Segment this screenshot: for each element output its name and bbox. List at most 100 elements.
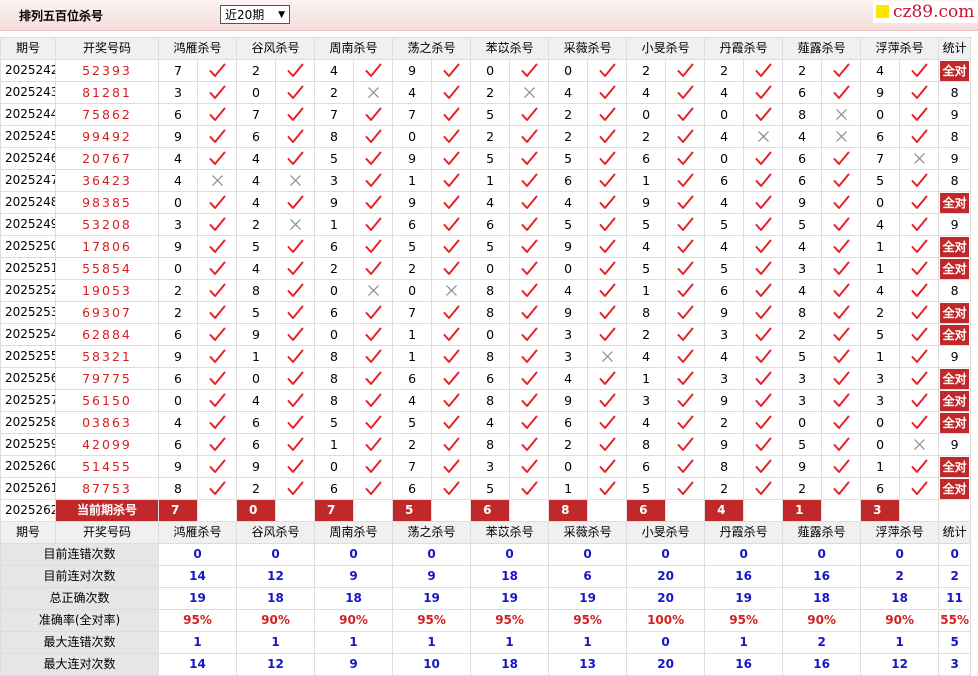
cross-icon [367,87,379,98]
kill-number: 0 [470,323,511,346]
summary-value: 0 [157,543,238,566]
hit-mark [509,103,550,126]
kill-number: 1 [392,345,433,368]
check-icon [599,481,616,495]
kill-number: 3 [158,213,198,236]
summary-stat: 3 [938,653,972,676]
kill-number: 4 [548,279,589,302]
hit-mark [665,147,706,170]
table-row: 2025255 58321 9 1 8 1 8 3 4 4 5 1 9 [0,345,972,368]
kill-number: 3 [782,257,823,280]
hit-mark [275,323,316,346]
miss-mark [587,345,628,368]
kill-number: 9 [392,147,433,170]
check-icon [365,107,382,121]
check-icon [911,239,928,253]
hit-mark [196,257,238,280]
hit-mark [587,301,628,324]
summary-value: 19 [157,587,238,610]
table-row: 2025248 98385 0 4 9 9 4 4 9 4 9 0 全对 [0,191,972,214]
all-correct-badge: 全对 [940,479,970,499]
kill-number: 3 [626,389,667,412]
kill-number: 2 [158,279,198,302]
hit-mark [665,389,706,412]
chevron-down-icon: ▼ [278,10,285,20]
period-select[interactable]: 近20期 ▼ [220,5,290,24]
draw-code: 03863 [55,411,159,434]
check-icon [209,349,225,363]
hit-mark [353,235,394,258]
hit-mark [587,477,628,500]
hit-mark [899,257,940,280]
kill-number: 2 [314,81,355,104]
summary-value: 2 [860,565,940,588]
kill-number: 5 [782,213,823,236]
kill-number: 8 [314,345,355,368]
hit-mark [431,81,472,104]
kill-number: 2 [158,301,198,324]
miss-mark [899,433,940,456]
hit-mark [587,455,628,478]
hit-mark [275,455,316,478]
kill-number: 5 [470,147,511,170]
kill-number: 5 [860,169,901,192]
table-row: 2025259 42099 6 6 1 2 8 2 8 9 5 0 9 [0,433,972,456]
hit-mark [743,103,784,126]
kill-number: 1 [860,455,901,478]
kill-number: 2 [314,257,355,280]
kill-number: 1 [860,235,901,258]
hit-mark [821,455,862,478]
hit-mark [587,279,628,302]
hit-mark [275,257,316,280]
check-icon [755,371,772,385]
check-icon [287,393,304,407]
hit-mark [509,59,550,82]
hit-mark [431,367,472,390]
all-correct-badge: 全对 [940,391,970,411]
summary-value: 12 [860,653,940,676]
check-icon [755,239,772,253]
check-icon [911,393,928,407]
check-icon [209,481,225,495]
hit-mark [821,367,862,390]
check-icon [443,327,460,341]
check-icon [911,283,928,297]
cross-icon [601,351,613,362]
kill-number: 2 [782,59,823,82]
kill-number: 4 [782,235,823,258]
kill-number: 2 [392,257,433,280]
kill-number: 4 [860,279,901,302]
check-icon [677,415,694,429]
hit-mark [509,323,550,346]
kill-number: 8 [236,279,277,302]
hit-mark [353,477,394,500]
check-icon [365,217,382,231]
summary-value: 0 [548,543,628,566]
column-header-issue: 期号 [0,521,56,544]
kill-number: 9 [626,191,667,214]
issue-number: 2025252 [0,279,56,302]
check-icon [443,63,460,77]
kill-number: 8 [470,301,511,324]
kill-number: 4 [236,389,277,412]
kill-number: 4 [470,191,511,214]
column-header-expert: 周南杀号 [314,521,394,544]
hit-mark [353,323,394,346]
hit-mark [275,125,316,148]
hit-mark [509,213,550,236]
top-bar: 排列五百位杀号 近20期 ▼ cz89.com [0,0,978,31]
site-logo[interactable]: cz89.com [873,1,978,23]
kill-number: 4 [626,81,667,104]
summary-value: 1 [157,631,238,654]
check-icon [287,283,304,297]
hit-mark [509,367,550,390]
check-icon [287,239,304,253]
kill-number: 8 [782,103,823,126]
kill-number: 9 [314,191,355,214]
check-icon [365,393,382,407]
summary-value: 12 [236,653,316,676]
kill-number: 4 [704,81,745,104]
kill-number: 6 [782,169,823,192]
summary-label: 目前连对次数 [0,565,159,588]
hit-mark [353,169,394,192]
